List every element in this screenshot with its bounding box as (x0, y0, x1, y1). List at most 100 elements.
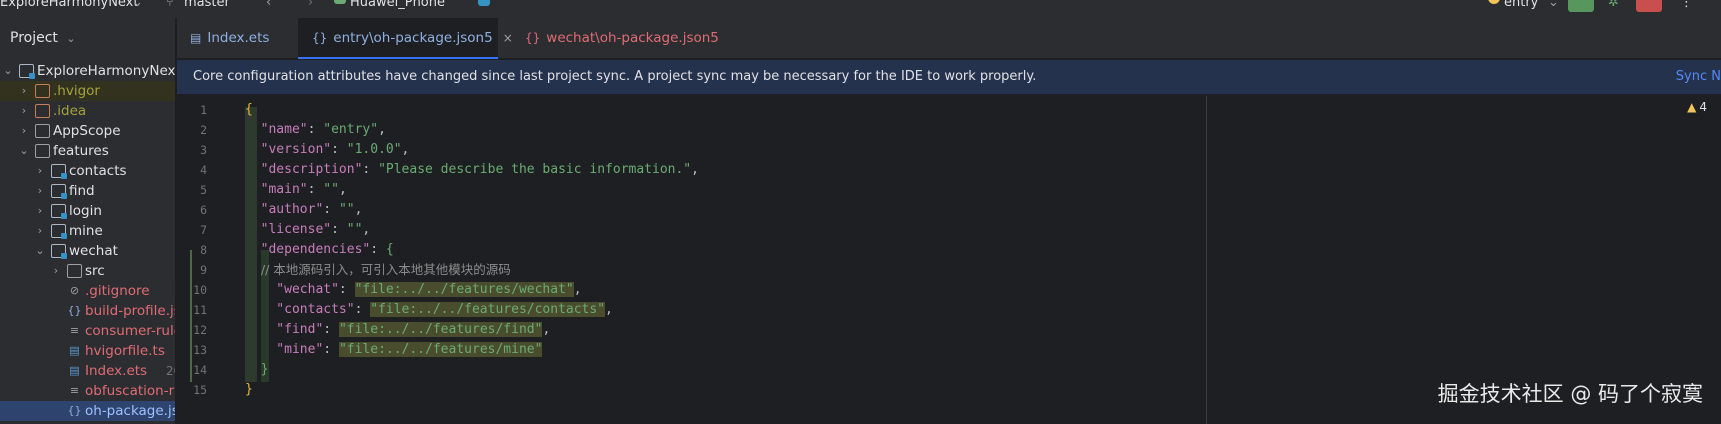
tree-item-login[interactable]: › login (0, 201, 175, 221)
tree-item-label: mine (69, 223, 103, 239)
line-number-gutter: 1 2 3 4 5 6 7 8 9 10 11 12 13 14 15 (177, 96, 232, 424)
branch-switcher[interactable]: master (184, 0, 230, 10)
sync-now-link[interactable]: Sync N (1676, 69, 1721, 84)
line-number: 13 (193, 343, 207, 357)
folder-icon (67, 264, 82, 278)
json-icon: {} (67, 404, 82, 417)
tree-item-label: .idea (53, 103, 87, 119)
code-token: "file:../../features/mine" (338, 342, 543, 357)
tree-item-label: src (85, 263, 105, 279)
code-area[interactable]: { "name": "entry", "version": "1.0.0", "… (245, 96, 1245, 424)
code-token: "" (346, 222, 363, 237)
device-selector[interactable]: Huawei_Phone (350, 0, 445, 10)
chevron-down-icon[interactable]: ⌄ (34, 241, 46, 261)
code-token: , (401, 142, 410, 157)
code-line[interactable]: } (245, 379, 253, 401)
tab-index-ets[interactable]: ▤ Index.ets (177, 18, 286, 59)
tree-item-exploreharmonynext[interactable]: ⌄ExploreHarmonyNextD:\ (0, 61, 176, 81)
code-line[interactable]: "version": "1.0.0", (245, 139, 410, 161)
project-switcher[interactable]: ExploreHarmonyNext (0, 0, 138, 10)
tree-item-label: build-profile.json (85, 303, 175, 319)
code-token: "wechat" (245, 282, 339, 297)
tree-item-hvigor[interactable]: › .hvigor (0, 81, 175, 101)
code-line[interactable]: "description": "Please describe the basi… (245, 159, 699, 181)
tree-item-label: find (69, 183, 95, 199)
tree-item-label: Index.ets (85, 363, 148, 379)
tree-item-idea[interactable]: › .idea (0, 101, 175, 121)
tree-item-mine[interactable]: › mine (0, 221, 175, 241)
device-icon (334, 0, 346, 4)
chevron-right-icon[interactable]: › (18, 81, 30, 101)
tree-item-contacts[interactable]: › contacts (0, 161, 175, 181)
code-line[interactable]: // 本地源码引入，可引入本地其他模块的源码 (245, 259, 511, 281)
tree-item-build-profile-json[interactable]: {}build-profile.json (0, 301, 176, 321)
stop-button[interactable] (1636, 0, 1662, 12)
arrow-right-icon[interactable]: › (308, 0, 313, 10)
code-token: , (338, 182, 347, 197)
tree-item-hvigorfile-ts[interactable]: ▤hvigorfile.ts202 (0, 341, 175, 361)
folder-icon (35, 124, 50, 138)
project-tree: ⌄ExploreHarmonyNextD:\›.hvigor›.idea›App… (0, 61, 176, 421)
code-line[interactable]: "find": "file:../../features/find", (245, 319, 550, 341)
code-token: : (323, 322, 339, 337)
code-token: "contacts" (245, 302, 355, 317)
chevron-right-icon[interactable]: › (34, 181, 46, 201)
tab-entry-oh-package[interactable]: {} entry\oh-package.json5 × (298, 18, 513, 59)
code-token: "main" (245, 182, 308, 197)
code-token: : (362, 162, 379, 177)
run-button[interactable] (1568, 0, 1594, 12)
code-line[interactable]: "dependencies": { (245, 239, 394, 261)
arrow-left-icon[interactable]: ‹ (266, 0, 271, 10)
tree-item-label: features (53, 143, 109, 159)
tree-item-consumer-rules[interactable]: ≡ consumer-rules. (0, 321, 175, 341)
line-number: 1 (200, 103, 207, 117)
code-token: , (354, 202, 363, 217)
code-line[interactable]: "name": "entry", (245, 119, 386, 141)
chevron-right-icon[interactable]: › (18, 101, 30, 121)
tree-item-label: login (69, 203, 102, 219)
tree-item-oh-package-json[interactable]: {}oh-package.json (0, 401, 175, 421)
code-line[interactable]: } (245, 359, 269, 381)
code-token: // 本地源码引入，可引入本地其他模块的源码 (245, 262, 511, 277)
tree-item-find[interactable]: › find (0, 181, 175, 201)
tree-item-src[interactable]: › src (0, 261, 175, 281)
chevron-right-icon[interactable]: › (18, 121, 30, 141)
line-number: 11 (193, 303, 207, 317)
code-token: , (605, 302, 613, 317)
code-line[interactable]: "main": "", (245, 179, 347, 201)
tree-item-label: ExploreHarmonyNext (37, 63, 176, 79)
tree-item-obfuscation-rule[interactable]: ≡ obfuscation-rule (0, 381, 175, 401)
chevron-down-icon: ⌄ (132, 0, 143, 10)
code-line[interactable]: "license": "", (245, 219, 371, 241)
code-token: : (323, 202, 339, 217)
code-token: } (245, 382, 253, 397)
phone-icon[interactable] (478, 0, 490, 6)
code-line[interactable]: "wechat": "file:../../features/wechat", (245, 279, 582, 301)
tab-wechat-oh-package[interactable]: {} wechat\oh-package.json5 (511, 18, 721, 59)
code-token: "Please describe the basic information." (378, 162, 692, 177)
chevron-right-icon[interactable]: › (34, 161, 46, 181)
chevron-right-icon[interactable]: › (34, 201, 46, 221)
chevron-right-icon[interactable]: › (34, 221, 46, 241)
code-token: "description" (245, 162, 363, 177)
project-view-selector[interactable]: Project ⌄ (10, 30, 76, 46)
tree-item-appscope[interactable]: › AppScope (0, 121, 175, 141)
line-number: 10 (193, 283, 207, 297)
code-line[interactable]: { (245, 99, 253, 121)
chevron-down-icon[interactable]: ⌄ (18, 141, 30, 161)
tree-item-features[interactable]: ⌄ features (0, 141, 175, 161)
chevron-right-icon[interactable]: › (50, 261, 62, 281)
chevron-down-icon[interactable]: ⌄ (2, 61, 14, 81)
run-config-selector[interactable]: entry (1504, 0, 1538, 10)
debug-icon[interactable]: ✲ (1608, 0, 1619, 10)
code-line[interactable]: "mine": "file:../../features/mine" (245, 339, 543, 361)
more-vertical-icon[interactable]: ⋮ (1680, 0, 1693, 10)
code-line[interactable]: "contacts": "file:../../features/contact… (245, 299, 613, 321)
inspection-widget[interactable]: ▲ 4 (1687, 100, 1707, 114)
code-editor[interactable]: 1 2 3 4 5 6 7 8 9 10 11 12 13 14 15 { "name": "entry",… (177, 96, 1721, 424)
code-token: "author" (245, 202, 324, 217)
tree-item-gitignore[interactable]: ⊘ .gitignore 2024/ (0, 281, 175, 301)
code-line[interactable]: "author": "", (245, 199, 363, 221)
tree-item-index-ets[interactable]: ▤ Index.ets 2024/ (0, 361, 175, 381)
tree-item-wechat[interactable]: ⌄ wechat (0, 241, 175, 261)
